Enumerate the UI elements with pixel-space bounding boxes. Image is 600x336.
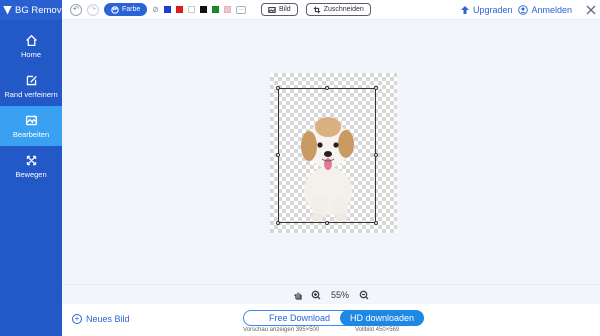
image-preview[interactable] — [270, 73, 397, 233]
home-icon — [25, 34, 37, 46]
login-label: Anmelden — [531, 5, 572, 15]
undo-button[interactable]: ↶ — [70, 3, 82, 16]
more-colors-button[interactable]: ··· — [236, 5, 246, 14]
image-background-label: Bild — [279, 6, 291, 13]
crop-frame[interactable] — [276, 86, 378, 225]
new-image-button[interactable]: + Neues Bild — [72, 314, 130, 324]
hand-icon[interactable] — [293, 290, 303, 300]
login-link[interactable]: Anmelden — [518, 5, 572, 15]
new-image-label: Neues Bild — [86, 314, 130, 324]
crop-label: Zuschneiden — [323, 6, 364, 13]
crop-handle-top[interactable] — [325, 86, 329, 90]
app-brand[interactable]: BG Remover — [0, 0, 62, 20]
image-icon — [268, 6, 276, 13]
edit-icon — [26, 75, 37, 85]
download-bar: + Neues Bild Free Download Vorschau anze… — [62, 304, 600, 336]
sidebar-item-label: Rand verfeinern — [4, 89, 58, 99]
plus-icon: + — [72, 314, 82, 324]
crop-handle-left[interactable] — [276, 153, 280, 157]
crop-handle-bottom-right[interactable] — [374, 221, 378, 225]
toolbar: ↶ ↷ Farbe ⊘ ··· Bild Zuschneiden Upgrade… — [62, 0, 600, 20]
zoom-level: 55% — [330, 289, 349, 300]
sidebar-item-home[interactable]: Home — [0, 26, 62, 66]
upgrade-icon — [460, 6, 469, 14]
redo-button[interactable]: ↷ — [87, 3, 99, 16]
no-color-icon[interactable]: ⊘ — [152, 5, 159, 14]
upgrade-label: Upgraden — [472, 5, 513, 15]
crop-handle-top-right[interactable] — [374, 86, 378, 90]
editor-canvas — [62, 20, 600, 284]
zoom-controls: 55% — [62, 284, 600, 304]
crop-handle-top-left[interactable] — [276, 86, 280, 90]
swatch-blue[interactable] — [164, 6, 171, 13]
sidebar-item-label: Bewegen — [15, 169, 47, 179]
swatch-pink[interactable] — [224, 6, 231, 13]
swatch-green[interactable] — [212, 6, 219, 13]
header-actions: Upgraden Anmelden — [460, 0, 596, 20]
logo-icon — [3, 5, 12, 15]
color-tab-label: Farbe — [122, 6, 141, 13]
crop-button[interactable]: Zuschneiden — [305, 3, 371, 16]
zoom-out-icon[interactable] — [359, 290, 369, 300]
hd-download-note: Vollbild 450×569 — [355, 327, 400, 333]
color-tab-button[interactable]: Farbe — [104, 3, 148, 16]
sidebar-item-bearbeiten[interactable]: Bearbeiten — [0, 106, 62, 146]
hd-download-button[interactable]: HD downloaden — [340, 310, 424, 326]
close-button[interactable] — [586, 5, 596, 15]
swatch-black[interactable] — [200, 6, 207, 13]
move-icon — [26, 155, 36, 165]
image-background-button[interactable]: Bild — [261, 3, 298, 16]
crop-icon — [313, 6, 320, 13]
app-title: BG Remover — [15, 4, 62, 16]
free-download-note: Vorschau anzeigen 395×500 — [243, 327, 320, 333]
close-icon — [586, 5, 596, 15]
crop-handle-right[interactable] — [374, 153, 378, 157]
sidebar-item-bewegen[interactable]: Bewegen — [0, 146, 62, 186]
sidebar-item-label: Bearbeiten — [12, 129, 50, 139]
sidebar-item-label: Home — [20, 49, 41, 59]
swatch-white[interactable] — [188, 6, 195, 13]
crop-handle-bottom-left[interactable] — [276, 221, 280, 225]
crop-handle-bottom[interactable] — [325, 221, 329, 225]
image-edit-icon — [25, 114, 37, 125]
sidebar-nav: Home Rand verfeinern Bearbeiten Bewegen — [0, 26, 62, 186]
zoom-in-icon[interactable] — [311, 290, 321, 300]
palette-icon — [111, 5, 119, 14]
user-icon — [518, 5, 529, 15]
sidebar-item-rand-verfeinern[interactable]: Rand verfeinern — [0, 66, 62, 106]
swatch-red[interactable] — [176, 6, 183, 13]
upgrade-link[interactable]: Upgraden — [460, 5, 513, 15]
sidebar: BG Remover Home Rand verfeinern Bearbeit… — [0, 0, 62, 336]
color-swatches — [164, 6, 231, 13]
